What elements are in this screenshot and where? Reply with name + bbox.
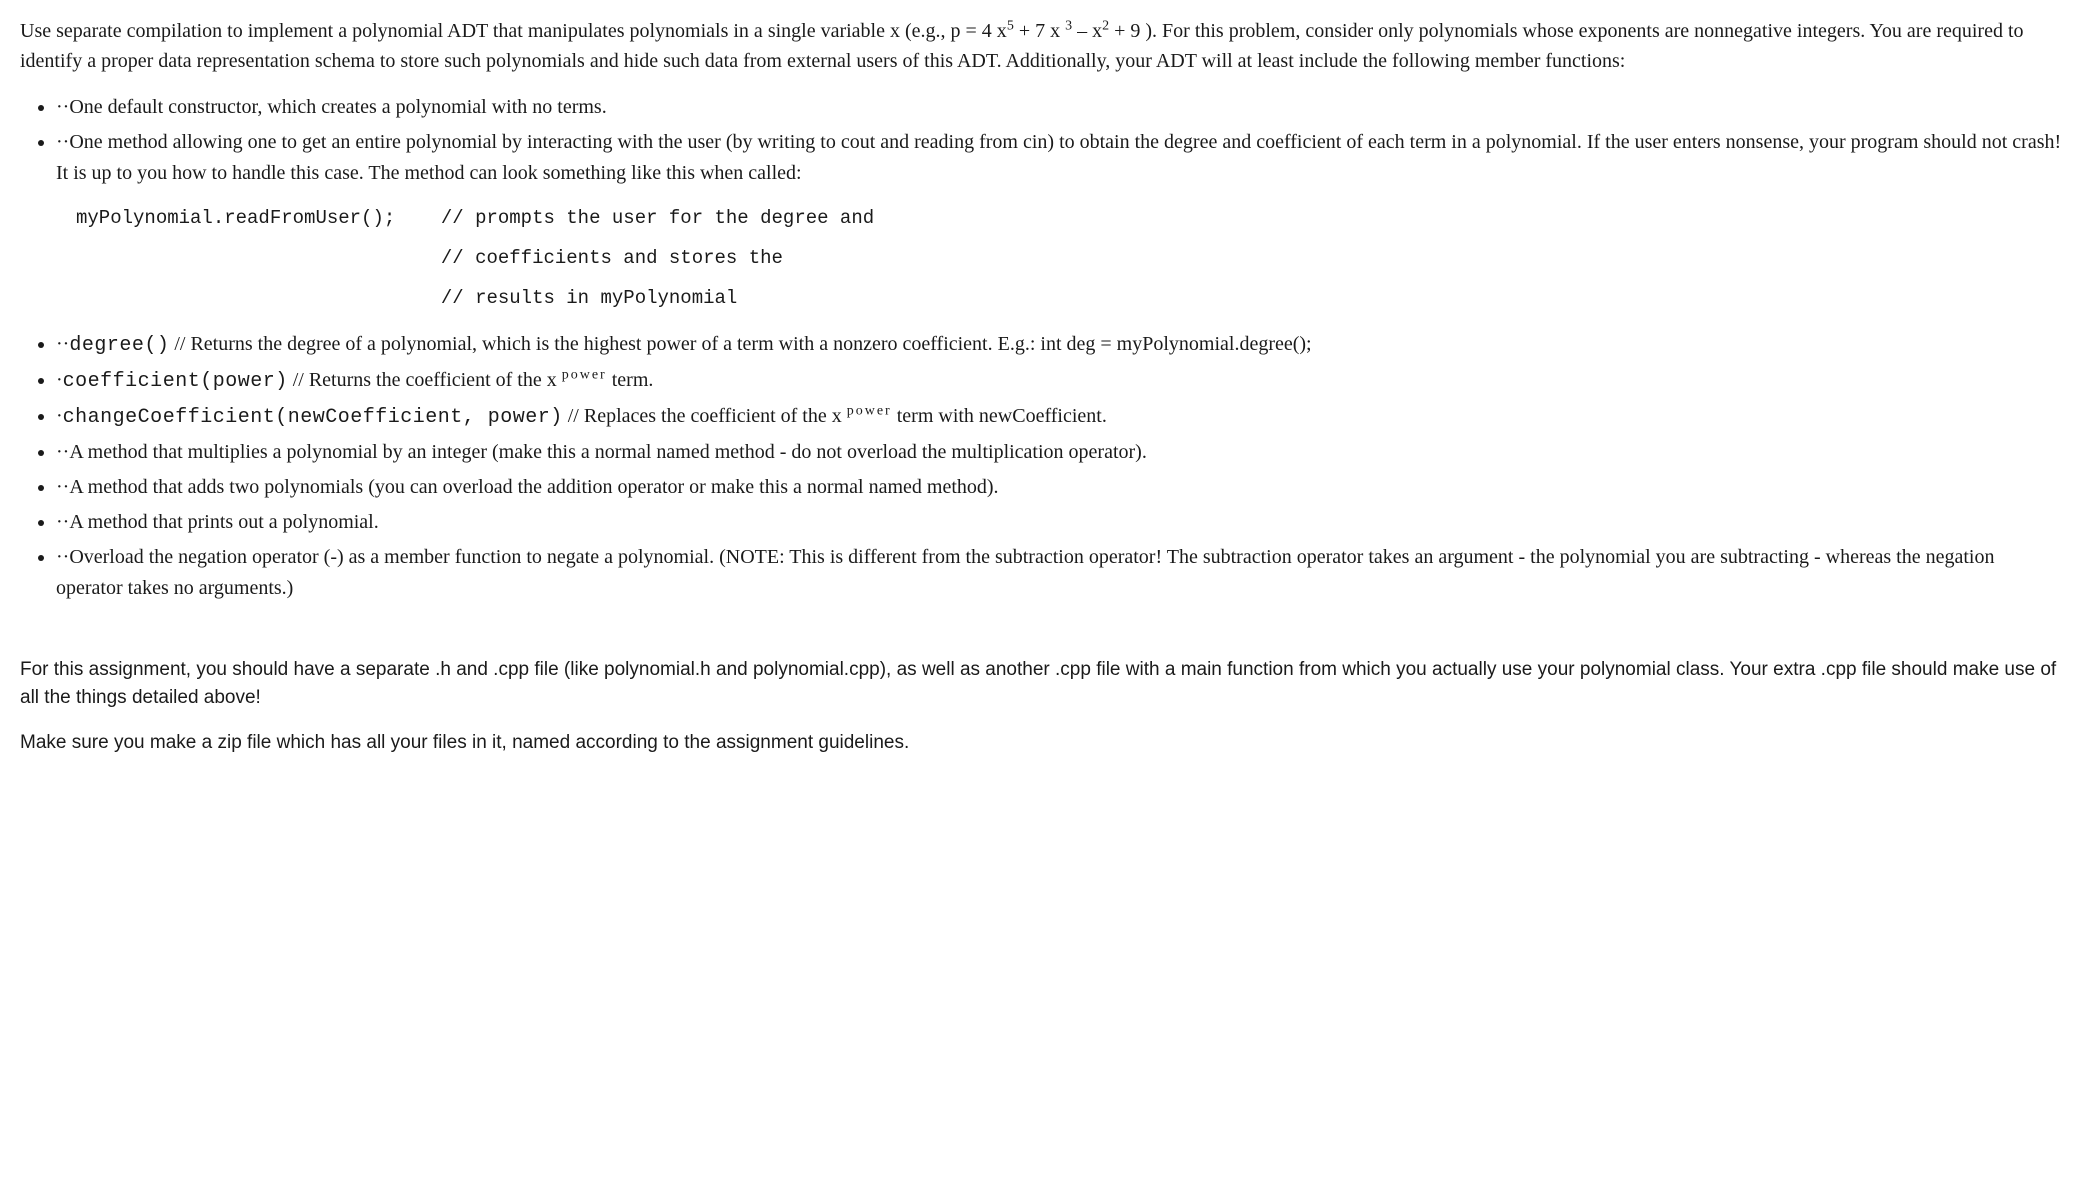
intro-text-2: + 7 x xyxy=(1014,20,1065,42)
list-item: ·coefficient(power) // Returns the coeff… xyxy=(56,365,2062,397)
list-item-rest-b: term. xyxy=(607,369,654,391)
list-item: ··degree() // Returns the degree of a po… xyxy=(56,329,2062,361)
inline-code: coefficient(power) xyxy=(63,370,288,393)
list-item: ··Overload the negation operator (-) as … xyxy=(56,542,2062,604)
list-item: ··A method that adds two polynomials (yo… xyxy=(56,472,2062,503)
footer-paragraph-2: Make sure you make a zip file which has … xyxy=(20,729,2062,758)
list-item-rest: // Returns the degree of a polynomial, w… xyxy=(169,333,1311,355)
bullet-prefix: · xyxy=(56,369,63,391)
list-item: ··One method allowing one to get an enti… xyxy=(56,127,2062,319)
intro-text-1: Use separate compilation to implement a … xyxy=(20,20,1007,42)
list-item: ··A method that prints out a polynomial. xyxy=(56,507,2062,538)
intro-paragraph: Use separate compilation to implement a … xyxy=(20,16,2062,76)
intro-text-3: – x xyxy=(1072,20,1102,42)
bullet-prefix: · xyxy=(56,405,63,427)
inline-code: changeCoefficient(newCoefficient, power) xyxy=(63,406,563,429)
spacer xyxy=(20,616,2062,656)
list-item: ··One default constructor, which creates… xyxy=(56,92,2062,123)
list-item-rest-a: // Replaces the coefficient of the x xyxy=(563,405,847,427)
list-item-rest-a: // Returns the coefficient of the x xyxy=(288,369,562,391)
footer-paragraph-1: For this assignment, you should have a s… xyxy=(20,656,2062,713)
inline-code: degree() xyxy=(69,334,169,357)
list-item: ··A method that multiplies a polynomial … xyxy=(56,437,2062,468)
intro-exp-1: 5 xyxy=(1007,18,1014,33)
power-superscript: power xyxy=(562,367,607,382)
code-example: myPolynomial.readFromUser(); // prompts … xyxy=(76,199,2062,319)
power-superscript: power xyxy=(847,403,892,418)
list-item-text: ··One method allowing one to get an enti… xyxy=(56,131,2061,184)
list-item-rest-b: term with newCoefficient. xyxy=(892,405,1107,427)
list-item: ·changeCoefficient(newCoefficient, power… xyxy=(56,401,2062,433)
bullet-prefix: ·· xyxy=(56,333,69,355)
requirements-list: ··One default constructor, which creates… xyxy=(20,92,2062,604)
